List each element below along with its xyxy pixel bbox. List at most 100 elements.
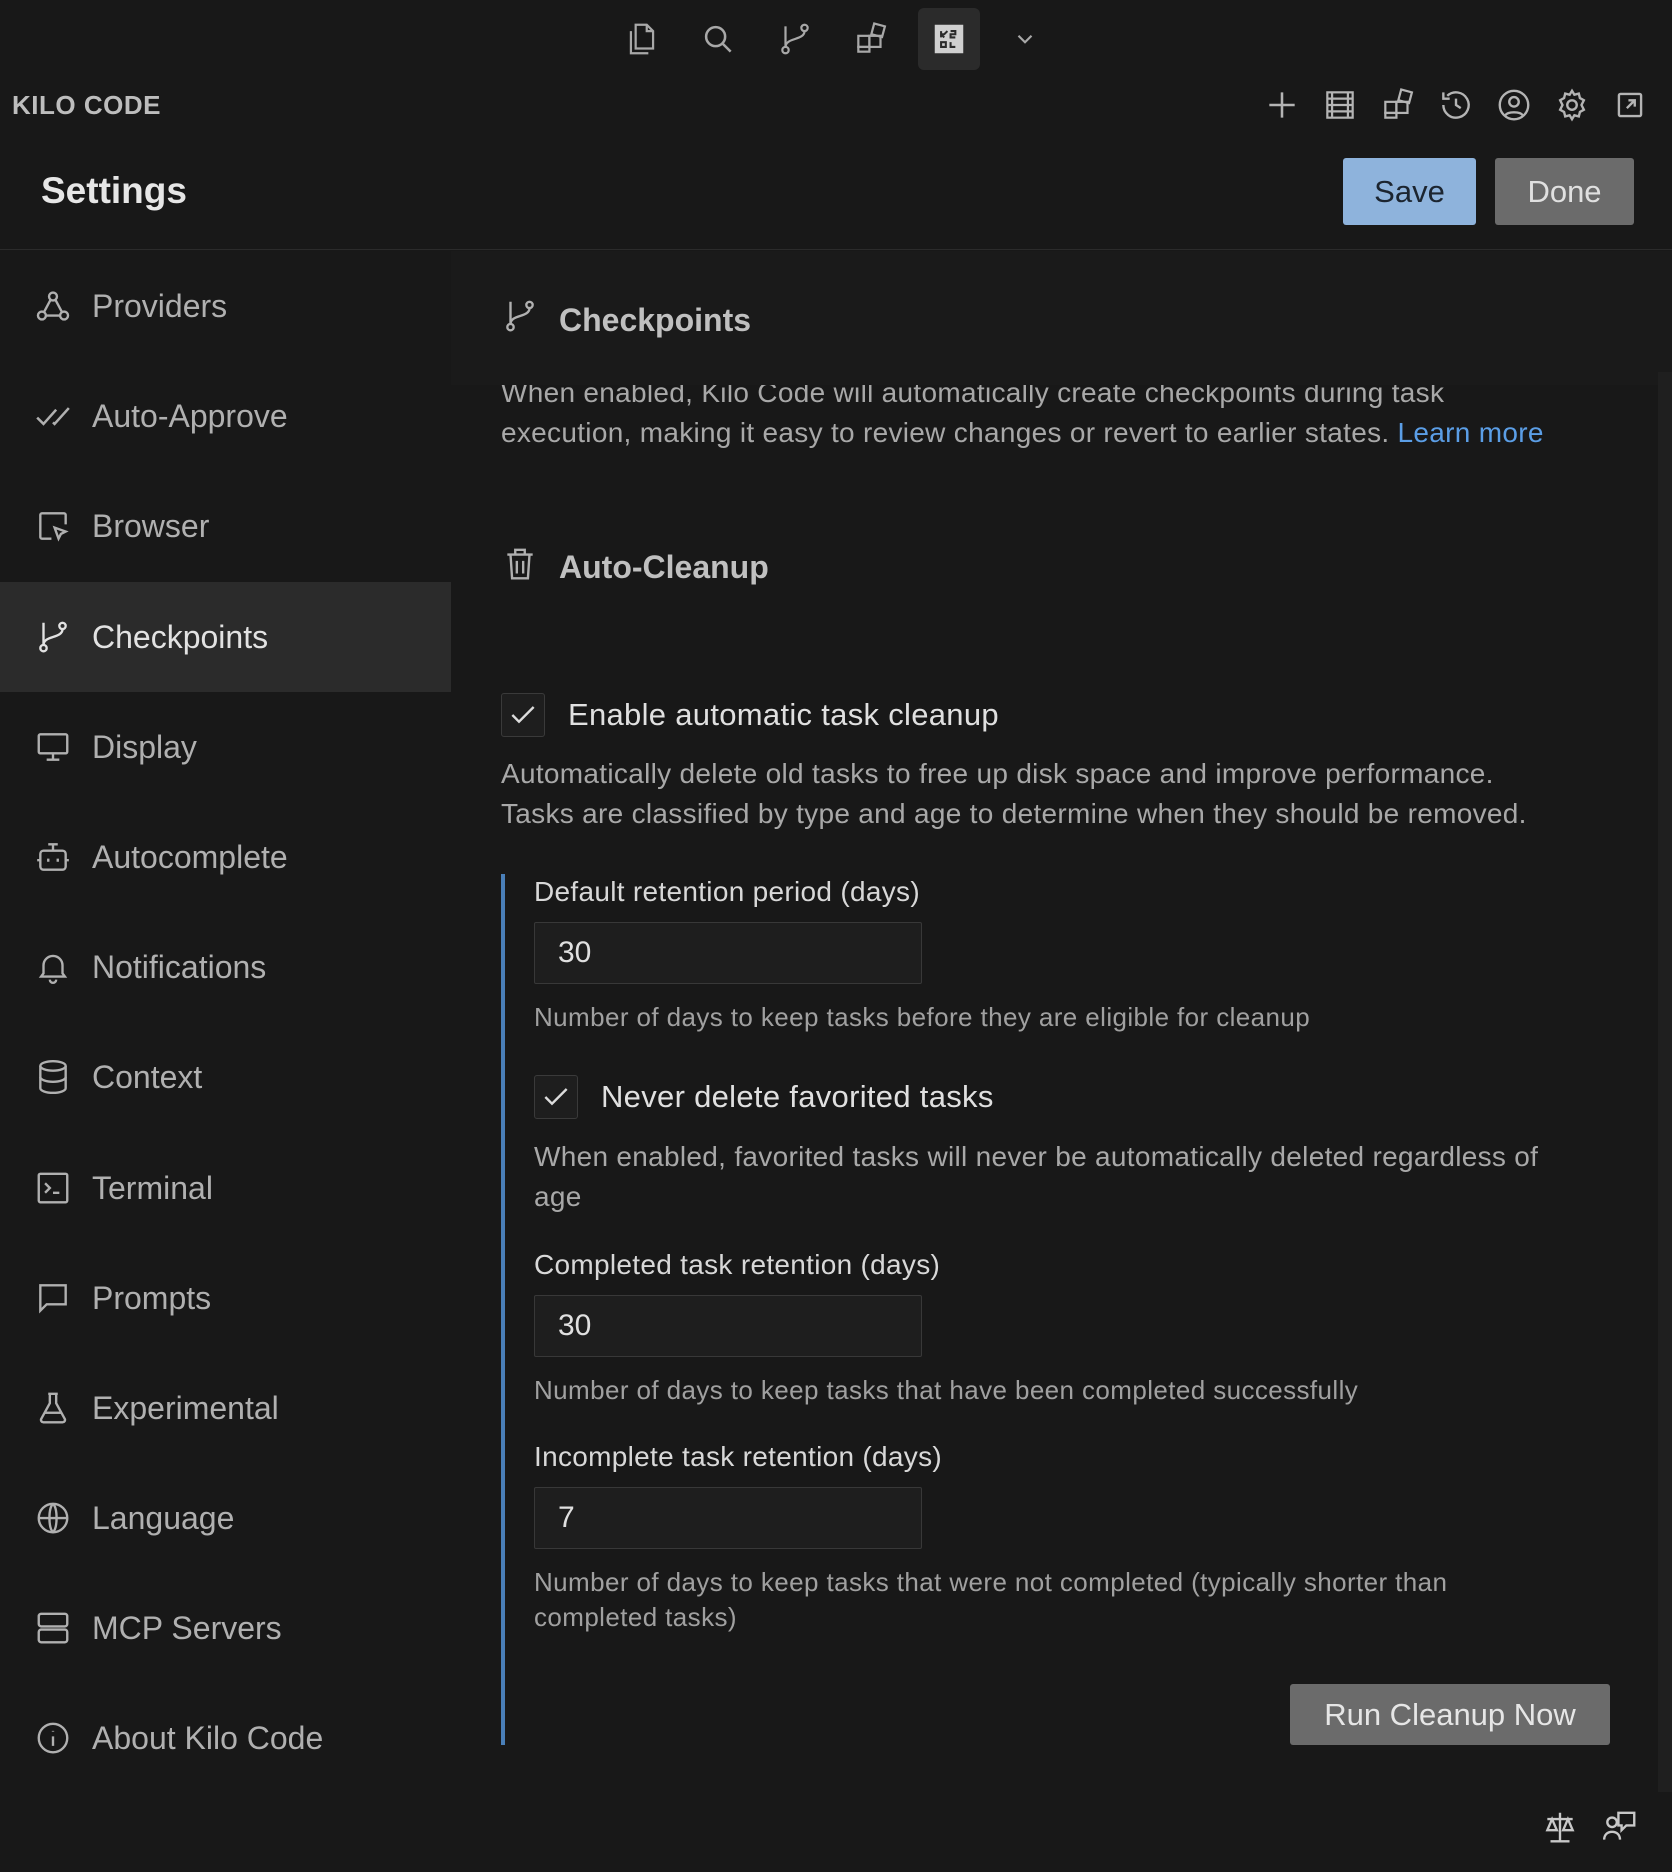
app-root: KILO CODE Settings Save Done Providers A… [0,0,1672,1872]
checkpoints-description: When enabled, Kilo Code will automatical… [501,373,1651,453]
auto-cleanup-title: Auto-Cleanup [559,549,769,585]
globe-icon [32,1497,74,1539]
sidebar-item-label: Prompts [92,1279,212,1316]
section-title: Checkpoints [559,302,752,338]
bot-icon [32,836,74,878]
never-delete-favorites-checkbox[interactable] [534,1075,578,1119]
sidebar-item-label: About Kilo Code [92,1719,324,1756]
sidebar-item-label: Display [92,728,197,765]
history-icon[interactable] [1433,82,1479,128]
incomplete-retention-help: Number of days to keep tasks that were n… [534,1565,1644,1635]
panel-title: KILO CODE [12,90,161,120]
sidebar-item-experimental[interactable]: Experimental [0,1353,451,1463]
sidebar-item-label: Browser [92,507,210,544]
browser-pointer-icon [32,505,74,547]
marketplace-icon[interactable] [1375,82,1421,128]
git-branch-icon [32,616,74,658]
git-branch-icon [501,297,541,337]
incomplete-retention-input[interactable] [534,1487,922,1549]
description-line-text: execution, making it easy to review chan… [501,417,1390,448]
kilo-code-icon[interactable] [918,8,980,70]
never-delete-favorites-label[interactable]: Never delete favorited tasks [601,1079,994,1115]
extensions-icon[interactable] [840,8,902,70]
incomplete-retention-label: Incomplete task retention (days) [534,1441,943,1472]
plus-icon[interactable] [1259,82,1305,128]
sidebar-item-about[interactable]: About Kilo Code [0,1683,451,1793]
sidebar-item-label: Checkpoints [92,618,269,655]
webhook-icon [32,285,74,327]
run-cleanup-button[interactable]: Run Cleanup Now [1290,1684,1610,1745]
save-button[interactable]: Save [1343,158,1476,225]
learn-more-link[interactable]: Learn more [1398,417,1544,448]
monitor-icon [32,726,74,768]
default-retention-label: Default retention period (days) [534,876,920,907]
sidebar-item-terminal[interactable]: Terminal [0,1133,451,1243]
settings-header: Settings Save Done [0,140,1672,250]
help-line: When enabled, favorited tasks will never… [534,1141,1539,1172]
sidebar-item-label: Auto-Approve [92,397,288,434]
default-retention-input[interactable] [534,922,922,984]
sidebar-item-autocomplete[interactable]: Autocomplete [0,802,451,912]
sidebar-item-providers[interactable]: Providers [0,251,451,361]
message-square-icon [32,1277,74,1319]
settings-sidebar: Providers Auto-Approve Browser Checkpoin… [0,251,451,1872]
never-delete-favorites-help: When enabled, favorited tasks will never… [534,1137,1644,1217]
check-icon [544,1088,568,1106]
help-line: completed tasks) [534,1602,737,1632]
sidebar-item-label: Providers [92,287,228,324]
completed-retention-input[interactable] [534,1295,922,1357]
bell-icon [32,946,74,988]
sidebar-item-label: Autocomplete [92,838,288,875]
done-button[interactable]: Done [1495,158,1634,225]
sidebar-item-label: Context [92,1058,203,1095]
enable-cleanup-checkbox[interactable] [501,693,545,737]
chevron-down-icon[interactable] [994,8,1056,70]
sidebar-item-label: Language [92,1499,235,1536]
completed-retention-help: Number of days to keep tasks that have b… [534,1375,1359,1405]
sidebar-item-display[interactable]: Display [0,692,451,802]
server-stack-icon[interactable] [1317,82,1363,128]
trash-icon [501,544,541,588]
section-header: Checkpoints [451,251,1672,385]
check-check-icon [32,395,74,437]
enable-cleanup-label[interactable]: Enable automatic task cleanup [568,697,999,733]
sidebar-item-label: MCP Servers [92,1609,282,1646]
sidebar-item-auto-approve[interactable]: Auto-Approve [0,361,451,471]
help-line: Number of days to keep tasks that were n… [534,1567,1448,1597]
help-line: age [534,1181,582,1212]
flask-icon [32,1387,74,1429]
scale-icon[interactable] [1541,1808,1585,1852]
page-title: Settings [41,170,187,211]
sidebar-item-language[interactable]: Language [0,1463,451,1573]
sidebar-item-label: Notifications [92,948,267,985]
sidebar-item-browser[interactable]: Browser [0,471,451,581]
settings-content: When enabled, Kilo Code will automatical… [451,251,1672,1872]
database-icon [32,1056,74,1098]
activity-bar [0,0,1672,76]
cleanup-description-line: Tasks are classified by type and age to … [501,798,1527,829]
sidebar-item-notifications[interactable]: Notifications [0,912,451,1022]
account-icon[interactable] [1491,82,1537,128]
sidebar-item-context[interactable]: Context [0,1022,451,1132]
completed-retention-label: Completed task retention (days) [534,1249,941,1280]
feedback-icon[interactable] [1601,1808,1645,1852]
gear-icon[interactable] [1549,82,1595,128]
sidebar-item-mcp-servers[interactable]: MCP Servers [0,1573,451,1683]
open-in-editor-icon[interactable] [1607,82,1653,128]
sidebar-item-label: Terminal [92,1169,213,1206]
sidebar-item-prompts[interactable]: Prompts [0,1243,451,1353]
cleanup-description-line: Automatically delete old tasks to free u… [501,758,1494,789]
scrollbar[interactable] [1658,372,1672,1792]
search-icon[interactable] [687,8,749,70]
cleanup-description: Automatically delete old tasks to free u… [501,754,1651,834]
retention-settings-bar [501,874,505,1745]
explorer-icon[interactable] [611,8,673,70]
default-retention-help: Number of days to keep tasks before they… [534,1002,1311,1032]
server-icon [32,1607,74,1649]
info-icon [32,1717,74,1759]
sidebar-item-label: Experimental [92,1389,279,1426]
terminal-icon [32,1167,74,1209]
source-control-icon[interactable] [764,8,826,70]
description-line: execution, making it easy to review chan… [501,413,1651,453]
sidebar-item-checkpoints[interactable]: Checkpoints [0,582,451,692]
